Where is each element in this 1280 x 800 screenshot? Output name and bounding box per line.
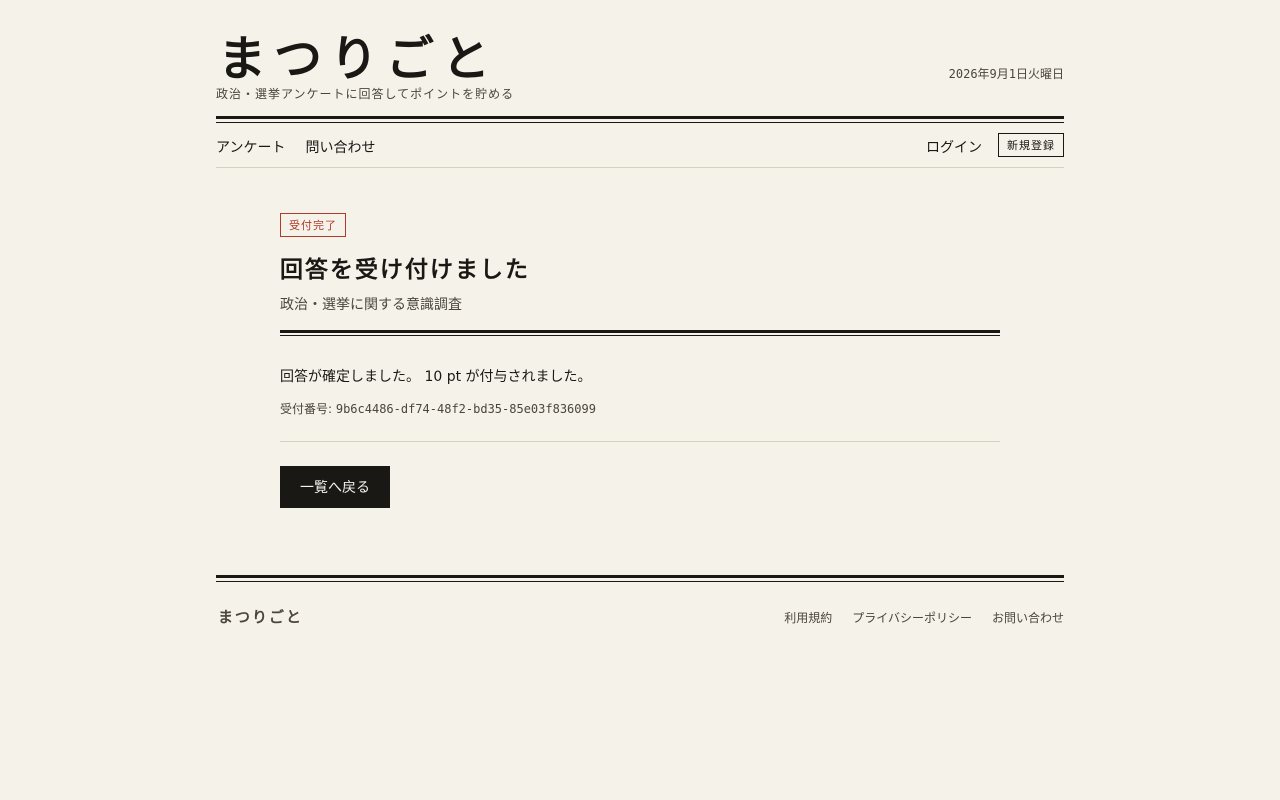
nav-item-survey[interactable]: アンケート (216, 137, 285, 157)
site-logo[interactable]: まつりごと (218, 30, 498, 88)
masthead-divider (216, 116, 1064, 123)
receipt-number: 受付番号: 9b6c4486-df74-48f2-bd35-85e03f8360… (280, 400, 1000, 417)
footer-links: 利用規約 プライバシーポリシー お問い合わせ (784, 609, 1064, 626)
auth-links: ログイン 新規登録 (926, 133, 1064, 157)
footer: まつりごと 利用規約 プライバシーポリシー お問い合わせ (216, 575, 1064, 626)
footer-divider (216, 575, 1064, 582)
footer-link-terms[interactable]: 利用規約 (784, 609, 832, 626)
footer-logo[interactable]: まつりごと (218, 606, 303, 627)
page: まつりごと 政治・選挙アンケートに回答してポイントを貯める 2026年9月1日火… (216, 0, 1064, 626)
status-badge: 受付完了 (280, 213, 346, 237)
receipt-label: 受付番号: (280, 402, 336, 416)
signup-button[interactable]: 新規登録 (998, 133, 1064, 157)
receipt-id: 9b6c4486-df74-48f2-bd35-85e03f836099 (335, 402, 596, 416)
footer-row: まつりごと 利用規約 プライバシーポリシー お問い合わせ (216, 582, 1064, 626)
login-link[interactable]: ログイン (926, 137, 982, 157)
main-content: 受付完了 回答を受け付けました 政治・選挙に関する意識調査 回答が確定しました。… (280, 213, 1000, 508)
nav-links: アンケート 問い合わせ (216, 137, 375, 157)
footer-link-privacy[interactable]: プライバシーポリシー (852, 609, 972, 626)
title-divider (280, 330, 1000, 336)
page-title: 回答を受け付けました (280, 256, 530, 283)
survey-name: 政治・選挙に関する意識調査 (280, 297, 462, 313)
footer-link-contact[interactable]: お問い合わせ (992, 609, 1064, 626)
back-to-list-button[interactable]: 一覧へ戻る (280, 466, 390, 508)
main-nav: アンケート 問い合わせ ログイン 新規登録 (216, 123, 1064, 168)
current-date: 2026年9月1日火曜日 (948, 67, 1064, 81)
site-tagline: 政治・選挙アンケートに回答してポイントを貯める (216, 87, 515, 101)
confirmation-message: 回答が確定しました。 10 pt が付与されました。 (280, 369, 592, 385)
masthead: まつりごと 政治・選挙アンケートに回答してポイントを貯める 2026年9月1日火… (216, 30, 1064, 116)
content-divider (280, 441, 1000, 442)
nav-item-contact[interactable]: 問い合わせ (305, 137, 375, 157)
